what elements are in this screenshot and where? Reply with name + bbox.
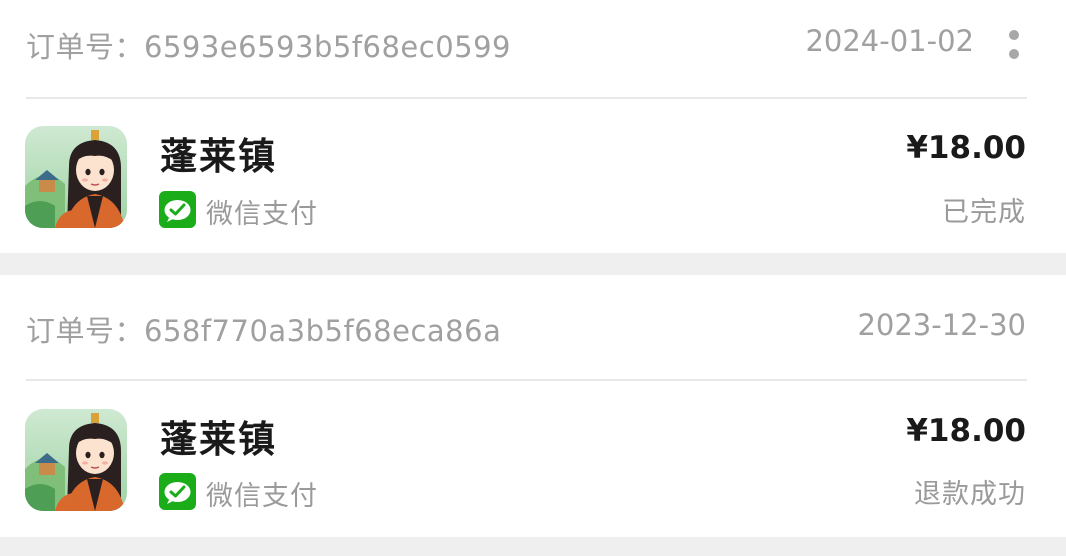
divider — [26, 97, 1027, 99]
payment-method: 微信支付 — [206, 481, 318, 512]
order-date: 2024-01-02 — [805, 24, 974, 58]
order-list-page: 订单号：6593e6593b5f68ec0599 2024-01-02 蓬莱镇 … — [0, 0, 1066, 556]
more-vertical-icon[interactable] — [1000, 24, 1028, 64]
order-price: ¥18.00 — [906, 413, 1026, 449]
wechat-pay-icon — [159, 191, 196, 228]
app-name: 蓬莱镇 — [160, 418, 277, 461]
payment-method: 微信支付 — [206, 199, 318, 230]
order-card[interactable]: 订单号：6593e6593b5f68ec0599 2024-01-02 蓬莱镇 … — [0, 0, 1066, 253]
order-number: 订单号：6593e6593b5f68ec0599 — [26, 30, 512, 64]
order-status: 退款成功 — [914, 479, 1026, 510]
order-card[interactable]: 订单号：658f770a3b5f68eca86a 2023-12-30 蓬莱镇 … — [0, 275, 1066, 537]
order-status: 已完成 — [942, 197, 1026, 228]
app-icon[interactable] — [25, 126, 127, 228]
order-date: 2023-12-30 — [857, 308, 1026, 342]
order-price: ¥18.00 — [906, 130, 1026, 166]
app-name: 蓬莱镇 — [160, 135, 277, 178]
wechat-pay-icon — [159, 473, 196, 510]
app-icon[interactable] — [25, 409, 127, 511]
divider — [26, 379, 1027, 381]
order-number: 订单号：658f770a3b5f68eca86a — [26, 314, 502, 348]
